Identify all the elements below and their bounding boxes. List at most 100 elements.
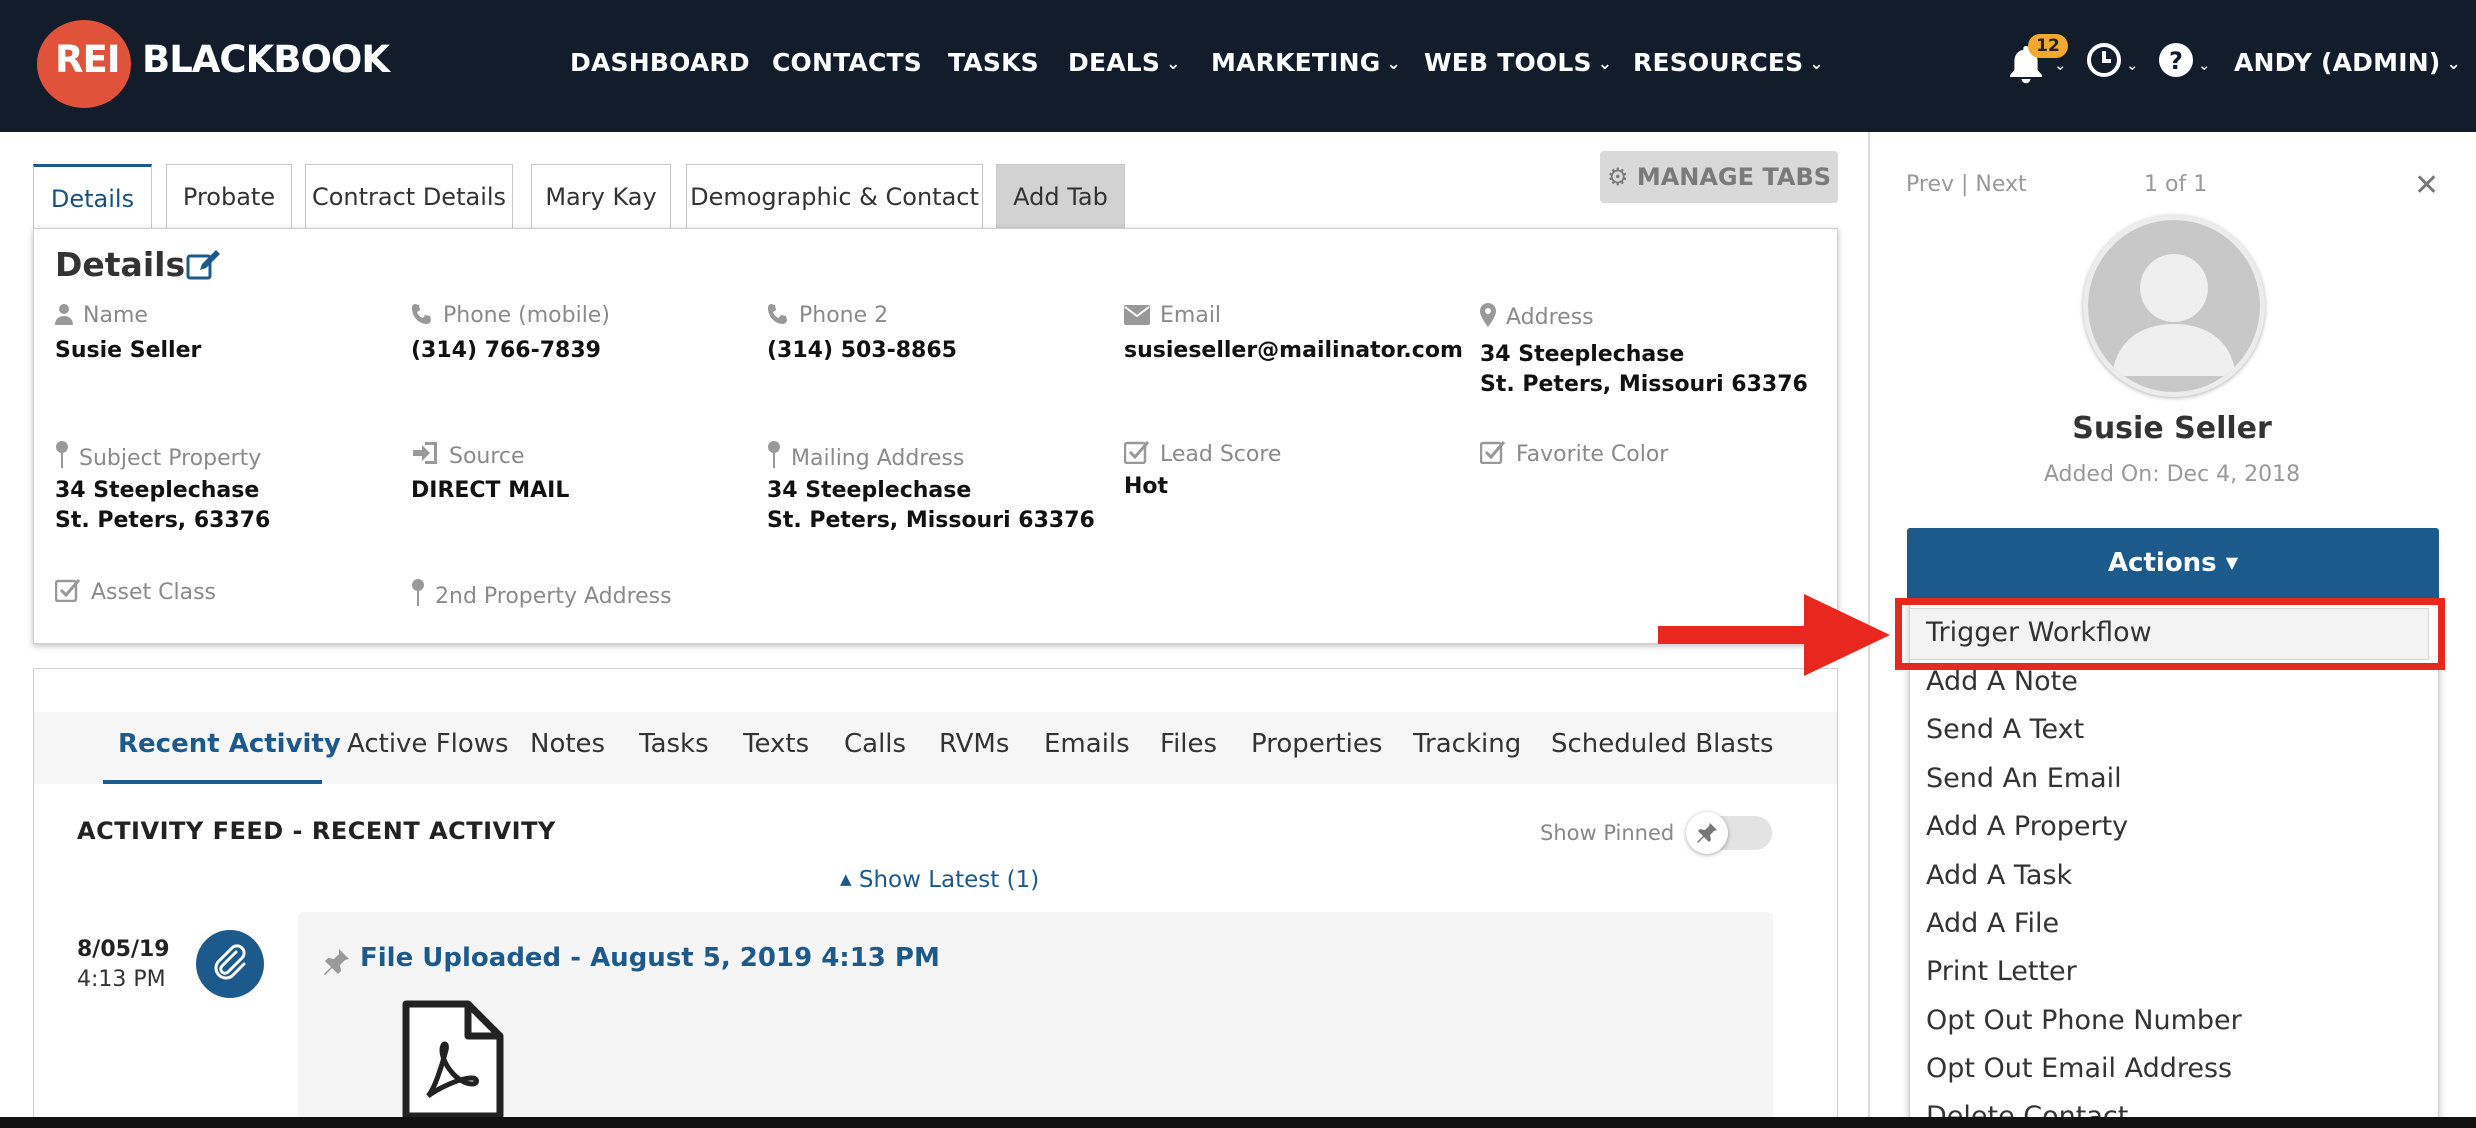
nav-deals[interactable]: DEALS ⌄ [1068,48,1181,80]
menu-add-task[interactable]: Add A Task [1926,860,2072,891]
red-arrow-icon [1658,594,1898,676]
name-value: Susie Seller [55,338,202,363]
activity-feed-title: ACTIVITY FEED - RECENT ACTIVITY [77,817,556,845]
caret-down-icon: ▼ [2225,553,2239,572]
subtab-tasks[interactable]: Tasks [639,729,709,759]
top-nav: REI BLACKBOOK DASHBOARD CONTACTS TASKS D… [0,0,2476,132]
menu-send-email[interactable]: Send An Email [1926,763,2122,794]
add-tab-button[interactable]: Add Tab [996,164,1125,228]
subject-property-label: Subject Property [55,440,261,471]
record-count: 1 of 1 [2144,172,2208,197]
menu-opt-out-phone[interactable]: Opt Out Phone Number [1926,1005,2242,1036]
pin-icon [56,441,68,468]
checkbox-icon [1124,441,1150,464]
envelope-icon [1124,305,1150,325]
caret-up-icon: ▲ [840,870,852,888]
checkbox-icon [1480,441,1506,464]
added-on-date: Added On: Dec 4, 2018 [2043,462,2301,487]
menu-print-letter[interactable]: Print Letter [1926,956,2077,987]
close-icon[interactable]: ✕ [2414,168,2439,203]
address-line2: St. Peters, Missouri 63376 [1480,372,1808,397]
subject-property-line2: St. Peters, 63376 [55,508,271,533]
menu-add-property[interactable]: Add A Property [1926,811,2128,842]
activity-item-title[interactable]: File Uploaded - August 5, 2019 4:13 PM [360,943,940,973]
chevron-down-icon: ⌄ [1809,54,1824,74]
asset-class-label: Asset Class [55,578,216,605]
subtab-texts[interactable]: Texts [743,729,809,759]
subtab-active-flows[interactable]: Active Flows [347,729,509,759]
svg-text:?: ? [2169,47,2183,75]
clock-icon[interactable] [2086,42,2122,78]
chevron-down-icon[interactable]: ⌄ [2126,56,2139,74]
contact-name: Susie Seller [2072,411,2272,446]
gear-icon: ⚙ [1606,163,1629,191]
subtab-calls[interactable]: Calls [844,729,906,759]
chevron-down-icon: ⌄ [1386,54,1401,74]
name-label: Name [55,303,148,328]
address-line1: 34 Steeplechase [1480,342,1685,367]
phone-value[interactable]: (314) 766-7839 [411,336,601,366]
subtab-properties[interactable]: Properties [1251,729,1382,759]
nav-marketing[interactable]: MARKETING ⌄ [1211,48,1401,80]
actions-dropdown-button[interactable]: Actions ▼ [1907,528,2439,598]
email-label: Email [1124,303,1221,328]
subtab-rvms[interactable]: RVMs [939,729,1009,759]
prev-link[interactable]: Prev [1906,172,1954,197]
phone-icon [412,304,431,324]
nav-resources[interactable]: RESOURCES ⌄ [1633,48,1824,80]
logo-rei-text[interactable]: REI [55,38,121,81]
tab-probate[interactable]: Probate [166,164,292,228]
nav-dashboard[interactable]: DASHBOARD [570,48,750,80]
chevron-down-icon: ⌄ [2446,54,2461,74]
show-latest-link[interactable]: ▲ Show Latest (1) [840,867,1039,893]
map-marker-icon [1480,303,1496,327]
mailing-address-line2: St. Peters, Missouri 63376 [767,508,1095,533]
tab-contract-details[interactable]: Contract Details [305,164,513,228]
toggle-knob[interactable] [1686,812,1728,854]
subtab-files[interactable]: Files [1160,729,1217,759]
pin-icon[interactable] [322,946,352,976]
subtab-tracking[interactable]: Tracking [1413,729,1521,759]
paperclip-icon [196,930,264,998]
chevron-down-icon[interactable]: ⌄ [2054,56,2067,74]
subtab-scheduled-blasts[interactable]: Scheduled Blasts [1551,729,1774,759]
nav-tasks[interactable]: TASKS [948,48,1039,80]
user-menu[interactable]: ANDY (ADMIN) ⌄ [2234,48,2461,80]
chevron-down-icon[interactable]: ⌄ [2198,56,2211,74]
separator: | [1961,172,1969,197]
manage-tabs-button[interactable]: ⚙ MANAGE TABS [1600,151,1838,203]
tab-demographic-contact[interactable]: Demographic & Contact [686,164,983,228]
menu-opt-out-email[interactable]: Opt Out Email Address [1926,1053,2232,1084]
nav-contacts[interactable]: CONTACTS [772,48,922,80]
chevron-down-icon: ⌄ [1597,54,1613,74]
activity-time: 4:13 PM [77,967,166,992]
menu-add-note[interactable]: Add A Note [1926,666,2078,697]
menu-send-text[interactable]: Send A Text [1926,714,2084,745]
address-label: Address [1480,303,1594,330]
lead-score-label: Lead Score [1124,440,1281,467]
notification-count-badge[interactable]: 12 [2028,34,2068,58]
lead-score-value: Hot [1124,474,1169,499]
favorite-color-label: Favorite Color [1480,440,1668,467]
phone-label: Phone (mobile) [411,303,610,328]
menu-add-file[interactable]: Add A File [1926,908,2059,939]
next-link[interactable]: Next [1975,172,2026,197]
source-label: Source [411,440,525,469]
edit-icon[interactable] [186,250,220,282]
details-title: Details [55,245,186,284]
pin-icon [1697,823,1717,843]
subtab-recent-activity[interactable]: Recent Activity [118,729,341,759]
subtab-notes[interactable]: Notes [530,729,605,759]
email-value[interactable]: susieseller@mailinator.com [1124,336,1463,366]
tab-details[interactable]: Details [33,164,152,228]
help-icon[interactable]: ? [2158,42,2194,78]
nav-web-tools[interactable]: WEB TOOLS ⌄ [1424,48,1612,80]
details-card [33,228,1838,644]
logo-blackbook-text[interactable]: BLACKBOOK [142,38,390,81]
subtab-emails[interactable]: Emails [1044,729,1130,759]
pdf-file-icon[interactable] [400,1000,506,1120]
activity-date: 8/05/19 [77,937,170,962]
show-pinned-label: Show Pinned [1540,821,1675,845]
tab-mary-kay[interactable]: Mary Kay [531,164,671,228]
phone2-value[interactable]: (314) 503-8865 [767,336,957,366]
